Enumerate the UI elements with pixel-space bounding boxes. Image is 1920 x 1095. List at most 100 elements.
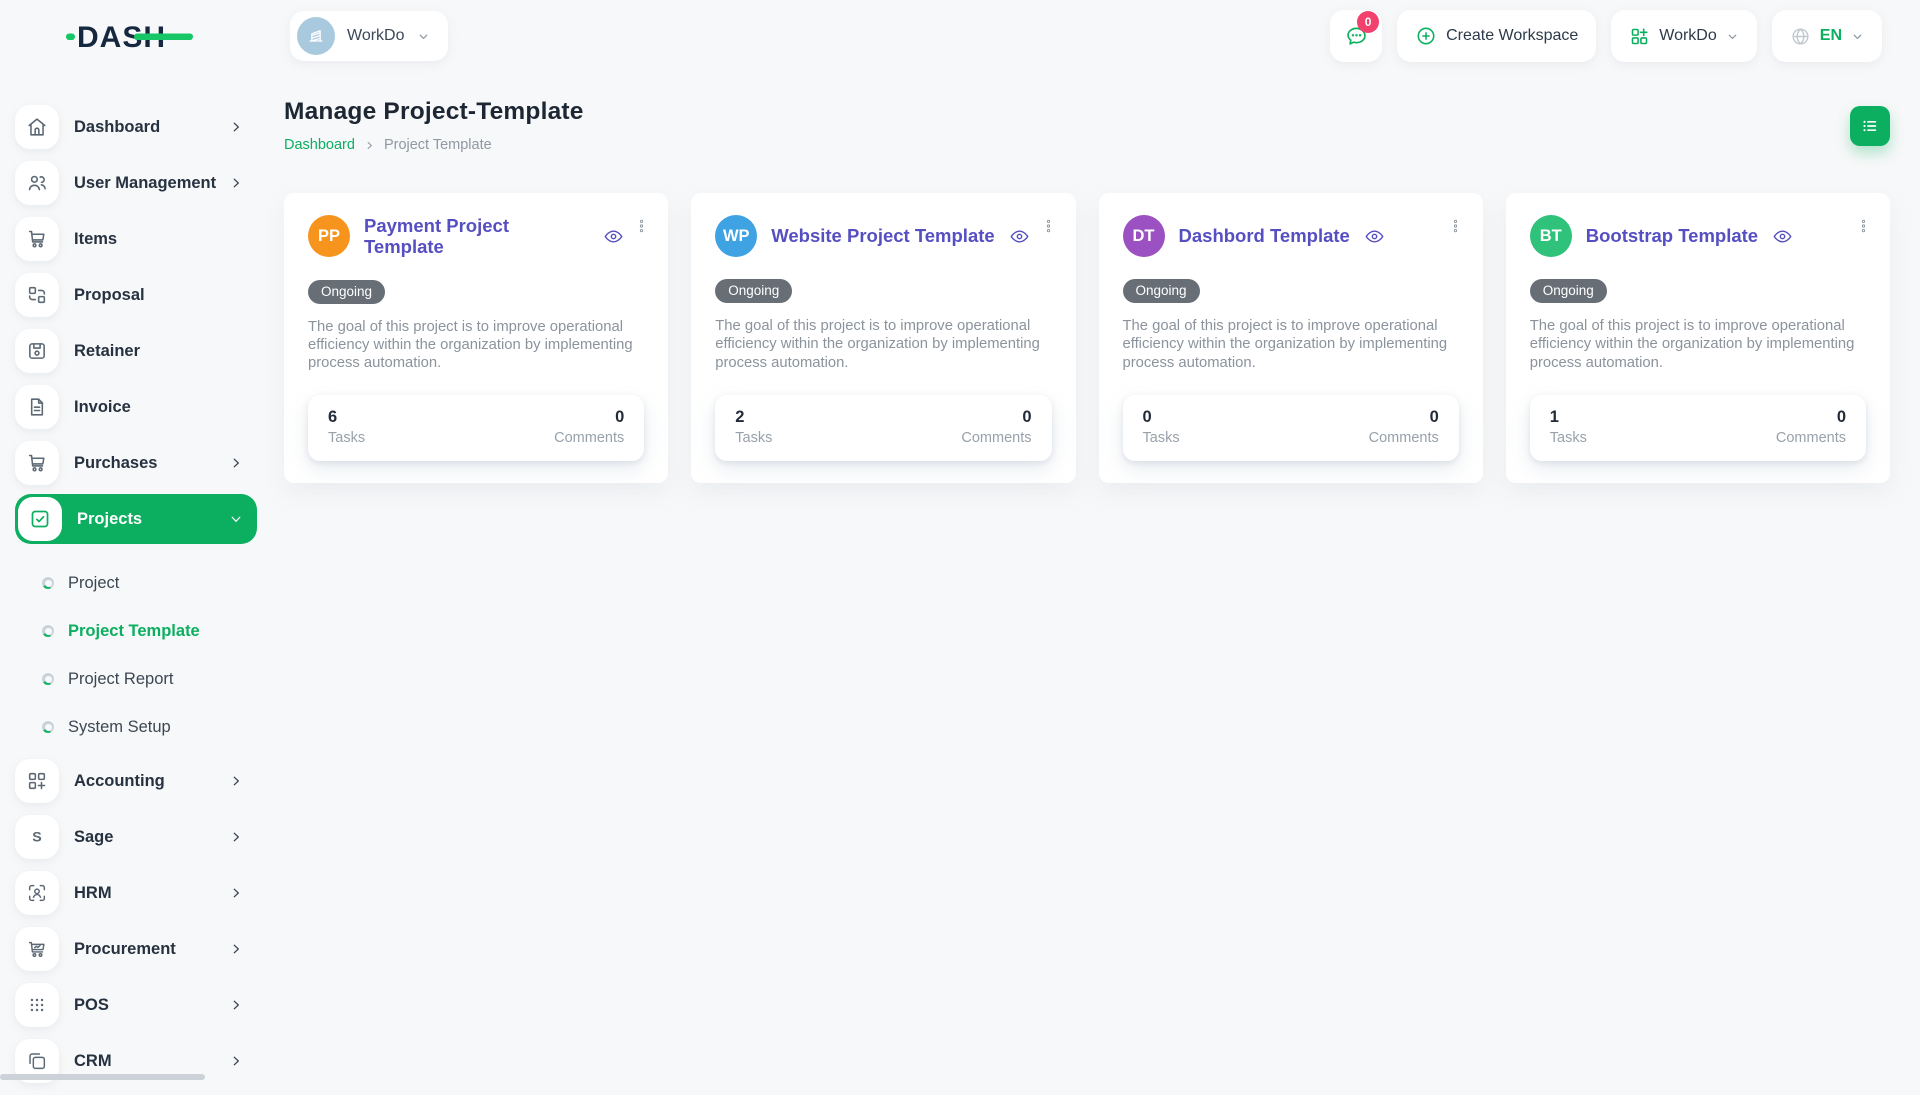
sidebar-item-user-management[interactable]: User Management xyxy=(15,161,257,205)
sidebar-item-accounting[interactable]: Accounting xyxy=(15,759,257,803)
sidebar-item-label: Retainer xyxy=(74,342,140,361)
scrollbar[interactable] xyxy=(0,1074,205,1080)
sidebar-item-proposal[interactable]: Proposal xyxy=(15,273,257,317)
kebab-menu-icon[interactable] xyxy=(1852,213,1874,239)
sidebar-item-projects[interactable]: Projects xyxy=(15,494,257,544)
sidebar-subitem-project-template[interactable]: Project Template xyxy=(42,607,257,655)
card-title-link[interactable]: Payment Project Template xyxy=(364,215,589,258)
users-icon xyxy=(15,161,59,205)
globe-icon xyxy=(1790,26,1811,47)
project-template-card: DT Dashbord Template Ongoing The goal of… xyxy=(1099,193,1483,483)
floppy-icon xyxy=(15,329,59,373)
card-title-link[interactable]: Bootstrap Template xyxy=(1586,225,1758,246)
app-selector-label: WorkDo xyxy=(1659,27,1717,45)
sidebar-item-invoice[interactable]: Invoice xyxy=(15,385,257,429)
chevron-right-icon xyxy=(229,120,243,134)
project-template-cards: PP Payment Project Template Ongoing The … xyxy=(284,193,1890,483)
eye-icon[interactable] xyxy=(1772,226,1793,247)
sidebar-subitem-label: Project Template xyxy=(68,622,200,641)
chevron-down-icon xyxy=(1726,30,1739,43)
project-template-card: WP Website Project Template Ongoing The … xyxy=(691,193,1075,483)
grid-plus-icon xyxy=(15,759,59,803)
breadcrumb: Dashboard Project Template xyxy=(284,137,584,153)
create-workspace-button[interactable]: Create Workspace xyxy=(1397,10,1596,62)
sidebar-subitem-project[interactable]: Project xyxy=(42,559,257,607)
sidebar-item-sage[interactable]: S Sage xyxy=(15,815,257,859)
eye-icon[interactable] xyxy=(1009,226,1030,247)
tasks-count: 1 xyxy=(1550,408,1587,427)
sidebar-subitem-label: Project xyxy=(68,574,119,593)
avatar: BT xyxy=(1530,215,1572,257)
sidebar-item-label: Accounting xyxy=(74,772,165,791)
list-view-button[interactable] xyxy=(1850,106,1890,146)
sidebar-item-dashboard[interactable]: Dashboard xyxy=(15,105,257,149)
eye-icon[interactable] xyxy=(603,226,624,247)
comments-label: Comments xyxy=(554,430,624,446)
sidebar: Dashboard User Management xyxy=(15,72,257,1095)
tasks-label: Tasks xyxy=(328,430,365,446)
projects-submenu: Project Project Template Project Report … xyxy=(15,553,257,759)
grid-plus-icon xyxy=(1629,26,1650,47)
cart-icon xyxy=(15,441,59,485)
dash-logo[interactable]: DASH xyxy=(66,16,194,56)
chevron-right-icon xyxy=(229,998,243,1012)
card-description: The goal of this project is to improve o… xyxy=(308,318,644,373)
bullet-icon xyxy=(42,625,54,637)
page-title: Manage Project-Template xyxy=(284,98,584,126)
app-selector[interactable]: WorkDo xyxy=(1611,10,1757,62)
card-stats: 6 Tasks 0 Comments xyxy=(308,395,644,461)
sidebar-item-items[interactable]: Items xyxy=(15,217,257,261)
workspace-selector[interactable]: WorkDo xyxy=(290,11,448,61)
bullet-icon xyxy=(42,577,54,589)
breadcrumb-dashboard-link[interactable]: Dashboard xyxy=(284,137,355,153)
card-stats: 1 Tasks 0 Comments xyxy=(1530,395,1866,461)
card-title-link[interactable]: Dashbord Template xyxy=(1179,225,1350,246)
tasks-label: Tasks xyxy=(735,430,772,446)
kebab-menu-icon[interactable] xyxy=(1445,213,1467,239)
messages-button[interactable]: 0 xyxy=(1330,10,1382,62)
sidebar-item-hrm[interactable]: HRM xyxy=(15,871,257,915)
comments-count: 0 xyxy=(554,408,624,427)
sidebar-item-label: CRM xyxy=(74,1052,112,1071)
bullet-icon xyxy=(42,721,54,733)
chevron-right-icon xyxy=(229,886,243,900)
create-workspace-label: Create Workspace xyxy=(1446,27,1578,45)
kebab-menu-icon[interactable] xyxy=(1038,213,1060,239)
chevron-down-icon xyxy=(1851,30,1864,43)
project-template-card: PP Payment Project Template Ongoing The … xyxy=(284,193,668,483)
status-badge: Ongoing xyxy=(1530,279,1607,303)
workspace-name: WorkDo xyxy=(347,27,405,45)
card-title-link[interactable]: Website Project Template xyxy=(771,225,994,246)
main-content: Manage Project-Template Dashboard Projec… xyxy=(257,72,1920,483)
workspace-avatar xyxy=(297,17,335,55)
breadcrumb-current: Project Template xyxy=(384,137,492,153)
eye-icon[interactable] xyxy=(1364,226,1385,247)
tasks-label: Tasks xyxy=(1143,430,1180,446)
sidebar-item-label: POS xyxy=(74,996,109,1015)
kebab-menu-icon[interactable] xyxy=(630,213,652,239)
sidebar-item-purchases[interactable]: Purchases xyxy=(15,441,257,485)
chevron-right-icon xyxy=(229,942,243,956)
home-icon xyxy=(15,105,59,149)
sidebar-subitem-system-setup[interactable]: System Setup xyxy=(42,703,257,751)
trolley-icon xyxy=(15,217,59,261)
sidebar-item-pos[interactable]: POS xyxy=(15,983,257,1027)
chevron-right-icon xyxy=(364,140,375,151)
sidebar-subitem-label: System Setup xyxy=(68,718,171,737)
comments-count: 0 xyxy=(961,408,1031,427)
cart-chart-icon xyxy=(15,927,59,971)
language-selector[interactable]: EN xyxy=(1772,10,1882,62)
sidebar-item-retainer[interactable]: Retainer xyxy=(15,329,257,373)
chevron-right-icon xyxy=(229,456,243,470)
sidebar-item-label: Sage xyxy=(74,828,113,847)
sidebar-subitem-project-report[interactable]: Project Report xyxy=(42,655,257,703)
swap-squares-icon xyxy=(15,273,59,317)
chevron-down-icon xyxy=(417,30,430,43)
comments-count: 0 xyxy=(1369,408,1439,427)
card-description: The goal of this project is to improve o… xyxy=(1530,317,1866,372)
document-icon xyxy=(15,385,59,429)
check-square-icon xyxy=(18,497,62,541)
status-badge: Ongoing xyxy=(1123,279,1200,303)
sidebar-item-procurement[interactable]: Procurement xyxy=(15,927,257,971)
avatar: WP xyxy=(715,215,757,257)
